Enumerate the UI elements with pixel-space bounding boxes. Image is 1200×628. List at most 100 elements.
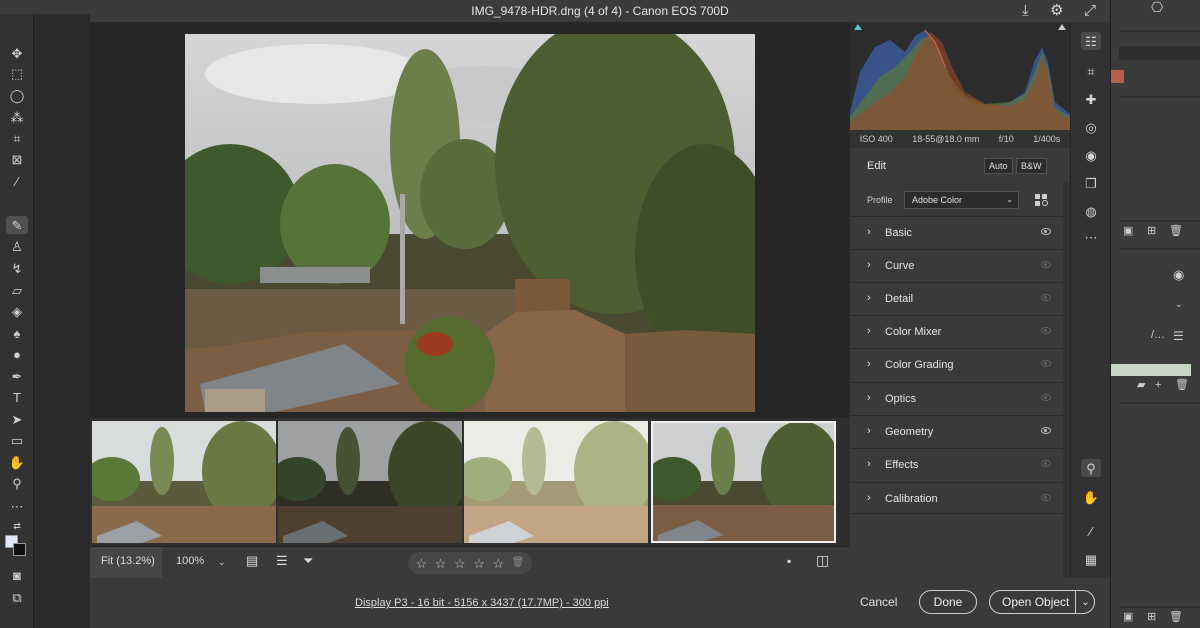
edit-sliders-icon[interactable]: ☷: [1081, 32, 1101, 50]
section-geometry[interactable]: › Geometry: [850, 415, 1063, 447]
visibility-eye-icon[interactable]: [1041, 494, 1051, 501]
star-2-icon[interactable]: ☆: [435, 557, 447, 570]
profile-dropdown[interactable]: Adobe Color ⌄: [904, 191, 1019, 209]
fullscreen-toggle-icon[interactable]: ⤢: [1084, 2, 1096, 20]
zoom-icon[interactable]: ⚲: [1081, 459, 1101, 477]
quick-mask-icon[interactable]: ◙: [6, 566, 28, 584]
edit-panel-scrollbar[interactable]: [1063, 182, 1070, 578]
eyedropper-tool-icon[interactable]: ⁄: [6, 172, 28, 190]
masking-icon[interactable]: ◎: [1081, 118, 1101, 136]
visibility-eye-icon[interactable]: [1041, 427, 1051, 434]
bottom-trash-icon[interactable]: 🗑: [1169, 612, 1183, 623]
dodge-tool-icon[interactable]: ●: [6, 345, 28, 363]
layer-folder-icon[interactable]: ▰: [1137, 380, 1145, 391]
magic-wand-tool-icon[interactable]: ⁂: [6, 108, 28, 126]
visibility-eye-icon[interactable]: [1041, 394, 1051, 401]
open-options-chevron-icon[interactable]: ⌄: [1075, 590, 1095, 614]
rectangle-tool-icon[interactable]: ▭: [6, 431, 28, 449]
path-select-tool-icon[interactable]: ➤: [6, 410, 28, 428]
folder-icon[interactable]: ▣: [1123, 226, 1133, 237]
crop-tool-icon[interactable]: ⌗: [6, 129, 28, 147]
blur-tool-icon[interactable]: ♠: [6, 324, 28, 342]
filter-icon[interactable]: ⏷: [303, 553, 313, 569]
zoom-dropdown-chevron-icon[interactable]: ⌄: [218, 557, 226, 568]
section-basic[interactable]: › Basic: [850, 216, 1063, 248]
section-color-mixer[interactable]: › Color Mixer: [850, 315, 1063, 347]
workspace-icon[interactable]: ⎔: [1151, 0, 1163, 14]
brush-tool-icon[interactable]: ✎: [6, 216, 28, 234]
layer-add-icon[interactable]: +: [1155, 380, 1161, 391]
image-canvas[interactable]: [90, 22, 850, 418]
zoom-tool-icon[interactable]: ⚲: [6, 474, 28, 492]
lasso-tool-icon[interactable]: ◯: [6, 86, 28, 104]
new-layer-icon[interactable]: ⊞: [1147, 226, 1156, 237]
path-icon[interactable]: /…: [1151, 330, 1165, 341]
more-tools-icon[interactable]: ⋯: [6, 497, 28, 515]
layer-trash-icon[interactable]: 🗑: [1175, 380, 1189, 391]
section-optics[interactable]: › Optics: [850, 382, 1063, 414]
auto-button[interactable]: Auto: [984, 158, 1013, 174]
section-detail[interactable]: › Detail: [850, 282, 1063, 314]
move-tool-icon[interactable]: ✥: [6, 44, 28, 62]
section-calibration[interactable]: › Calibration: [850, 482, 1063, 514]
trash-icon[interactable]: 🗑: [1169, 226, 1183, 237]
thumbnail-4-selected[interactable]: [651, 421, 836, 543]
reject-trash-icon[interactable]: 🗑: [512, 558, 525, 568]
visibility-eye-icon[interactable]: [1041, 228, 1051, 235]
bottom-folder-icon[interactable]: ▣: [1123, 612, 1133, 623]
more-options-icon[interactable]: ⋯: [1081, 228, 1101, 246]
visibility-eye-icon[interactable]: [1041, 261, 1051, 268]
star-5-icon[interactable]: ☆: [492, 557, 504, 570]
done-button[interactable]: Done: [919, 590, 977, 614]
star-3-icon[interactable]: ☆: [454, 557, 466, 570]
swap-colors-icon[interactable]: ⇄: [6, 517, 28, 535]
eraser-tool-icon[interactable]: ▱: [6, 281, 28, 299]
visibility-eye-icon[interactable]: [1041, 460, 1051, 467]
toggle-filmstrip-icon[interactable]: ▪: [787, 554, 791, 568]
background-color-swatch[interactable]: [13, 543, 26, 556]
zoom-100-button[interactable]: 100%: [176, 555, 204, 567]
user-icon[interactable]: ◉: [1173, 268, 1184, 281]
filmstrip-options-icon[interactable]: ▤: [246, 553, 258, 569]
profile-browser-icon[interactable]: [1035, 194, 1049, 206]
crop-rotate-icon[interactable]: ⌗: [1081, 62, 1101, 80]
sort-icon[interactable]: ☰: [276, 553, 288, 569]
thumbnail-1[interactable]: [92, 421, 276, 543]
cancel-button[interactable]: Cancel: [860, 595, 897, 609]
color-sampler-icon[interactable]: ⁄: [1081, 522, 1101, 540]
thumbnail-3[interactable]: [464, 421, 648, 543]
bw-button[interactable]: B&W: [1016, 158, 1047, 174]
hand-icon[interactable]: ✋: [1081, 488, 1101, 506]
marquee-tool-icon[interactable]: ⬚: [6, 64, 28, 82]
chevron-down-icon[interactable]: ⌄: [1175, 300, 1183, 309]
hand-tool-icon[interactable]: ✋: [6, 453, 28, 471]
healing-icon[interactable]: ✚: [1081, 90, 1101, 108]
star-1-icon[interactable]: ☆: [416, 557, 428, 570]
main-photo-preview[interactable]: [185, 34, 755, 412]
workflow-options-link[interactable]: Display P3 - 16 bit - 5156 x 3437 (17.7M…: [355, 597, 609, 609]
visibility-eye-icon[interactable]: [1041, 327, 1051, 334]
section-curve[interactable]: › Curve: [850, 249, 1063, 281]
star-4-icon[interactable]: ☆: [473, 557, 485, 570]
save-image-icon[interactable]: ⤓: [1022, 2, 1029, 20]
grid-overlay-icon[interactable]: ▦: [1081, 550, 1101, 568]
fit-zoom-button[interactable]: Fit (13.2%): [101, 555, 155, 567]
stamp-tool-icon[interactable]: ♙: [6, 237, 28, 255]
settings-gear-icon[interactable]: ⚙: [1050, 2, 1063, 20]
pen-tool-icon[interactable]: ✒: [6, 367, 28, 385]
paint-bucket-tool-icon[interactable]: ◈: [6, 302, 28, 320]
screen-mode-icon[interactable]: ⧉: [6, 588, 28, 606]
before-after-icon[interactable]: ◫: [816, 552, 829, 569]
red-eye-icon[interactable]: ◉: [1081, 146, 1101, 164]
bottom-new-icon[interactable]: ⊞: [1147, 612, 1156, 623]
section-color-grading[interactable]: › Color Grading: [850, 348, 1063, 380]
frame-tool-icon[interactable]: ⊠: [6, 150, 28, 168]
visibility-eye-icon[interactable]: [1041, 294, 1051, 301]
section-effects[interactable]: › Effects: [850, 448, 1063, 480]
presets-icon[interactable]: ◍: [1081, 202, 1101, 220]
thumbnail-2[interactable]: [278, 421, 462, 543]
list-icon[interactable]: ☰: [1173, 330, 1184, 342]
history-brush-tool-icon[interactable]: ↯: [6, 259, 28, 277]
type-tool-icon[interactable]: T: [6, 388, 28, 406]
snapshots-icon[interactable]: ❐: [1081, 174, 1101, 192]
